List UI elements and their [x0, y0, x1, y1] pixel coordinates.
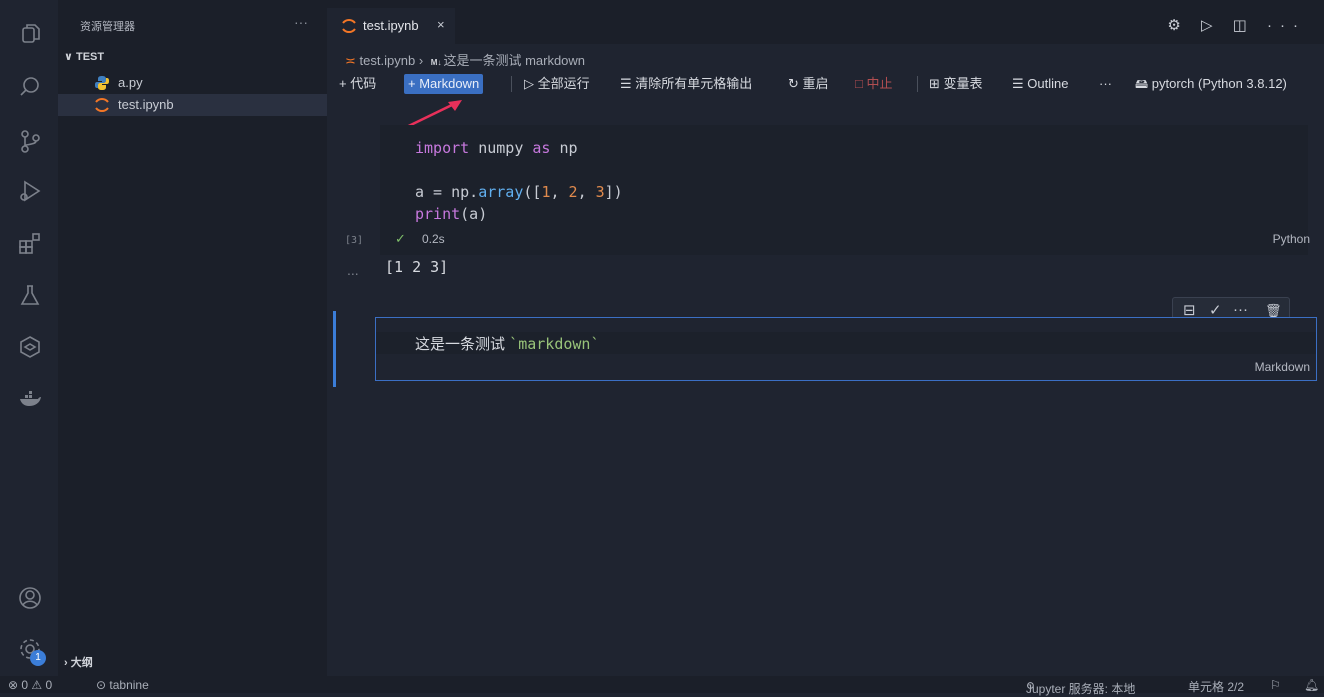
- markdown-source: 这是一条测试 `markdown`: [415, 335, 600, 353]
- tab-close-icon[interactable]: ×: [437, 17, 445, 32]
- python-file-icon: [94, 75, 110, 91]
- docker-icon[interactable]: [17, 386, 43, 412]
- feedback-icon[interactable]: ⚐: [1270, 678, 1281, 692]
- code-cell[interactable]: import numpy as np a = np.array([1, 2, 3…: [380, 125, 1308, 255]
- file-name: a.py: [118, 75, 143, 90]
- cell-more-icon[interactable]: ···: [1233, 301, 1248, 318]
- code-line: import numpy as np: [415, 139, 578, 157]
- source-control-icon[interactable]: [17, 128, 43, 154]
- add-markdown-cell-button[interactable]: + Markdown: [404, 74, 484, 94]
- tab-bar: test.ipynb × ⚙ ▷ ◫ ···: [327, 0, 1324, 44]
- problems-indicator[interactable]: ⊗ 0 ⚠ 0: [8, 678, 52, 692]
- execution-count: [3]: [345, 235, 364, 246]
- explorer-icon[interactable]: [17, 20, 43, 46]
- jupyter-file-icon: [94, 97, 110, 113]
- interrupt-kernel-button[interactable]: □ 中止: [855, 74, 892, 94]
- tab-label: test.ipynb: [363, 18, 419, 33]
- success-check-icon: ✓: [395, 231, 406, 246]
- jupyter-file-icon: [341, 18, 357, 34]
- activity-bar: 1: [0, 0, 58, 676]
- restart-kernel-button[interactable]: ↻ 重启: [788, 74, 829, 94]
- status-bar: ⊗ 0 ⚠ 0 ⊙ tabnine ⚲ Jupyter 服务器: 本地 单元格 …: [0, 676, 1324, 696]
- notifications-bell-icon[interactable]: 🔔︎: [1304, 678, 1319, 692]
- editor-title-actions[interactable]: ⚙ ▷ ◫ ···: [1167, 16, 1306, 34]
- file-item-test-ipynb[interactable]: test.ipynb: [58, 94, 327, 116]
- cell-output: [1 2 3]: [385, 258, 449, 276]
- update-badge: 1: [30, 650, 46, 666]
- add-code-cell-button[interactable]: + 代码: [339, 74, 376, 94]
- notebook-toolbar: + 代码 + Markdown ▷ 全部运行 ☰ 清除所有单元格输出 ↻ 重启 …: [327, 72, 1324, 96]
- jupyter-file-icon: ≍: [345, 53, 356, 68]
- file-item-a-py[interactable]: a.py: [58, 72, 327, 94]
- account-icon[interactable]: [17, 585, 43, 611]
- search-icon[interactable]: [17, 74, 43, 100]
- run-all-button[interactable]: ▷ 全部运行: [524, 74, 590, 94]
- outline-section[interactable]: › 大纲: [64, 654, 93, 670]
- cell-language[interactable]: Python: [1273, 232, 1310, 246]
- code-line: a = np.array([1, 2, 3]): [415, 183, 623, 201]
- explorer-sidebar: 资源管理器 ··· ∨ TEST a.py test.ipynb › 大纲: [58, 0, 327, 676]
- testing-icon[interactable]: [17, 282, 43, 308]
- folder-test[interactable]: ∨ TEST: [64, 50, 104, 63]
- explorer-title: 资源管理器: [80, 21, 135, 33]
- kernel-label: pytorch (Python 3.8.12): [1151, 76, 1287, 91]
- cell-focus-indicator: [333, 311, 336, 387]
- breadcrumb-separator: ›: [418, 53, 424, 68]
- explorer-more-button[interactable]: ···: [294, 14, 308, 30]
- toolbar-divider: [917, 76, 918, 92]
- cell-position[interactable]: 单元格 2/2: [1188, 678, 1244, 695]
- markdown-icon: M↓: [430, 58, 442, 67]
- execution-duration: 0.2s: [422, 232, 445, 246]
- toolbar-divider: [511, 76, 512, 92]
- kernel-picker[interactable]: 🖴 pytorch (Python 3.8.12): [1135, 74, 1287, 94]
- cell-language[interactable]: Markdown: [1255, 360, 1310, 374]
- breadcrumb-file[interactable]: test.ipynb: [360, 53, 416, 68]
- tabnine-status[interactable]: ⊙ tabnine: [96, 678, 149, 692]
- output-more-icon[interactable]: ...: [347, 262, 359, 278]
- outline-button[interactable]: ☰ Outline: [1012, 74, 1068, 94]
- breadcrumb-section[interactable]: 这是一条测试 markdown: [443, 53, 585, 68]
- markdown-cell[interactable]: 这是一条测试 `markdown` Markdown: [375, 317, 1317, 381]
- toolbar-more-button[interactable]: ···: [1099, 74, 1112, 94]
- code-line: print(a): [415, 205, 488, 223]
- notebook-editor: test.ipynb × ⚙ ▷ ◫ ··· ≍ test.ipynb › M↓…: [327, 0, 1324, 676]
- clear-outputs-button[interactable]: ☰ 清除所有单元格输出: [620, 74, 752, 94]
- breadcrumb: ≍ test.ipynb › M↓ 这是一条测试 markdown: [345, 50, 585, 69]
- kernel-icon: 🖴: [1135, 76, 1152, 91]
- tab-test-ipynb[interactable]: test.ipynb ×: [327, 8, 455, 44]
- remote-explorer-icon[interactable]: [17, 334, 43, 360]
- folder-label: TEST: [76, 51, 105, 63]
- file-name: test.ipynb: [118, 97, 174, 112]
- variables-button[interactable]: ⊞ 变量表: [929, 74, 983, 94]
- run-debug-icon[interactable]: [17, 178, 43, 204]
- extensions-icon[interactable]: [17, 230, 43, 256]
- outline-label: 大纲: [70, 657, 93, 669]
